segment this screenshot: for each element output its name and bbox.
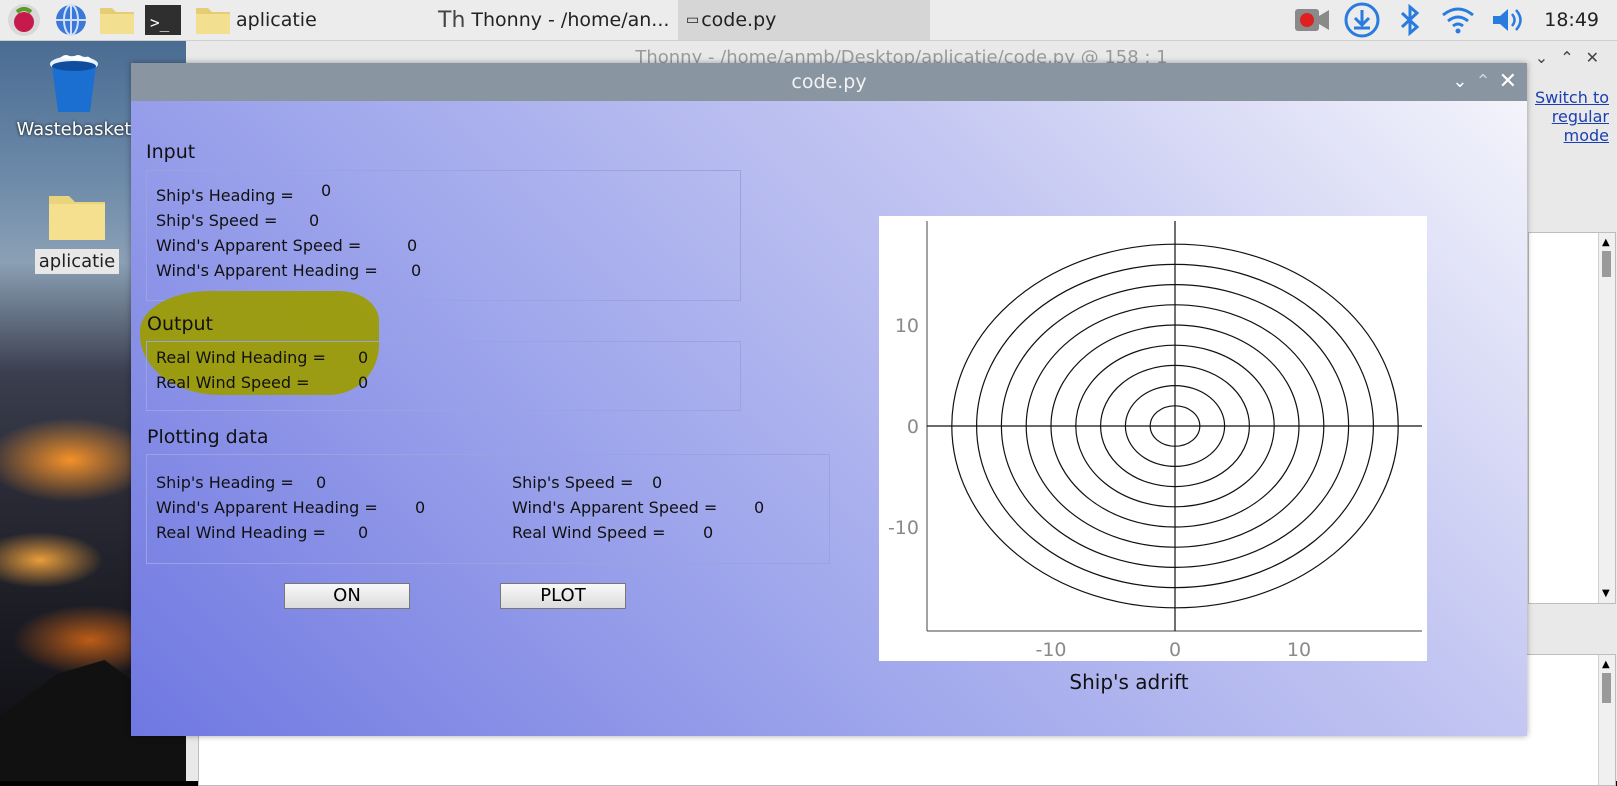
taskbar-thonny[interactable]: Th Thonny - /home/an... — [430, 0, 678, 40]
plot-row-wind-apparent-heading: Wind's Apparent Heading = 0 — [156, 498, 425, 517]
desktop-wastebasket[interactable]: Wastebasket — [14, 52, 134, 140]
output-label: Real Wind Speed = — [156, 373, 310, 392]
thonny-editor-panel[interactable]: ▲ ▼ — [1528, 232, 1616, 604]
plot-button[interactable]: PLOT — [500, 583, 626, 609]
y-tick-label: 0 — [907, 416, 919, 438]
folder-label: aplicatie — [34, 249, 120, 274]
output-section-title: Output — [147, 313, 213, 335]
raspberry-menu-icon[interactable] — [0, 0, 48, 40]
code-py-dialog: code.py ⌄ ⌃ ✕ Input Ship's Heading = 0 S… — [131, 63, 1527, 736]
taskbar-thonny-label: Thonny - /home/an... — [471, 9, 670, 31]
thonny-icon: Th — [438, 7, 466, 33]
y-tick-label: 10 — [895, 315, 919, 337]
maximize-icon[interactable]: ⌃ — [1475, 63, 1490, 101]
dialog-body: Input Ship's Heading = 0 Ship's Speed = … — [131, 101, 1527, 736]
clock[interactable]: 18:49 — [1534, 0, 1617, 40]
dialog-title: code.py — [791, 71, 867, 93]
folder-icon — [49, 196, 105, 240]
input-row-ship-speed: Ship's Speed = 0 — [156, 211, 319, 230]
switch-mode-link[interactable]: Switch to regular mode — [1519, 88, 1609, 145]
input-value: 0 — [309, 211, 320, 230]
close-icon[interactable]: ✕ — [1586, 48, 1611, 67]
output-row-real-wind-heading: Real Wind Heading = 0 — [156, 348, 368, 367]
plot-value: 0 — [415, 498, 426, 517]
output-value: 0 — [358, 348, 369, 367]
plot-row-ship-heading: Ship's Heading = 0 — [156, 473, 326, 492]
dialog-titlebar[interactable]: code.py ⌄ ⌃ ✕ — [131, 63, 1527, 101]
input-row-wind-apparent-heading: Wind's Apparent Heading = 0 — [156, 261, 421, 280]
chevron-up-icon[interactable]: ⌃ — [1560, 48, 1585, 67]
terminal-icon[interactable]: >_ — [140, 0, 186, 40]
wastebasket-label: Wastebasket — [16, 119, 132, 140]
bluetooth-icon[interactable] — [1386, 0, 1434, 40]
plot-value: 0 — [652, 473, 663, 492]
input-label: Ship's Heading = — [156, 186, 294, 205]
folder-icon — [196, 8, 230, 34]
plot-caption: Ship's adrift — [1069, 670, 1189, 694]
input-label: Ship's Speed = — [156, 211, 278, 230]
input-label: Wind's Apparent Heading = — [156, 261, 378, 280]
x-tick-label: 0 — [1169, 639, 1181, 661]
volume-icon[interactable] — [1482, 0, 1534, 40]
desktop-folder-aplicatie[interactable]: aplicatie — [30, 190, 124, 274]
editor-scrollbar[interactable]: ▲ ▼ — [1598, 233, 1615, 603]
plot-value: 0 — [754, 498, 765, 517]
input-value: 0 — [411, 261, 422, 280]
wifi-icon[interactable] — [1434, 0, 1482, 40]
plot-row-wind-apparent-speed: Wind's Apparent Speed = 0 — [512, 498, 764, 517]
window-icon: ▭ — [686, 12, 700, 28]
plot-label: Wind's Apparent Heading = — [156, 498, 378, 517]
dialog-window-controls: ⌄ ⌃ ✕ — [1452, 63, 1517, 101]
taskbar-folder-label: aplicatie — [236, 9, 317, 31]
adrift-plot-svg: -10 0 10 10 0 -10 — [888, 221, 1422, 661]
close-icon[interactable]: ✕ — [1499, 63, 1517, 101]
input-value: 0 — [407, 236, 418, 255]
x-tick-label: -10 — [1035, 639, 1066, 661]
input-row-ship-heading: Ship's Heading = 0 — [156, 181, 331, 205]
plot-value: 0 — [358, 523, 369, 542]
plot-label: Real Wind Speed = — [512, 523, 666, 542]
output-label: Real Wind Heading = — [156, 348, 326, 367]
minimize-icon[interactable]: ⌄ — [1452, 63, 1467, 101]
plot-row-real-wind-heading: Real Wind Heading = 0 — [156, 523, 368, 542]
shell-scrollbar[interactable]: ▲ — [1598, 655, 1615, 785]
plot-row-real-wind-speed: Real Wind Speed = 0 — [512, 523, 713, 542]
screen-recorder-icon[interactable] — [1288, 0, 1338, 40]
plot-value: 0 — [316, 473, 327, 492]
plot-value: 0 — [703, 523, 714, 542]
wastebasket-icon — [50, 55, 98, 112]
plot-label: Ship's Heading = — [156, 473, 294, 492]
taskbar-code-py[interactable]: ▭ code.py — [678, 0, 930, 40]
svg-text:>_: >_ — [150, 13, 170, 32]
browser-icon[interactable] — [48, 0, 94, 40]
input-section-title: Input — [146, 141, 196, 163]
y-tick-label: -10 — [888, 517, 919, 539]
taskbar: >_ aplicatie Th Thonny - /home/an... ▭ c… — [0, 0, 1617, 41]
input-label: Wind's Apparent Speed = — [156, 236, 362, 255]
adrift-plot: -10 0 10 10 0 -10 — [879, 216, 1427, 661]
plot-label: Ship's Speed = — [512, 473, 634, 492]
on-button[interactable]: ON — [284, 583, 410, 609]
thonny-window-controls: ⌄⌃✕ — [1535, 48, 1611, 67]
plotting-section-title: Plotting data — [147, 426, 269, 448]
input-value: 0 — [321, 181, 332, 200]
file-manager-icon[interactable] — [94, 0, 140, 40]
taskbar-folder-aplicatie[interactable]: aplicatie — [186, 0, 430, 40]
taskbar-code-label: code.py — [701, 9, 777, 31]
output-row-real-wind-speed: Real Wind Speed = 0 — [156, 373, 368, 392]
plot-label: Real Wind Heading = — [156, 523, 326, 542]
output-value: 0 — [358, 373, 369, 392]
chevron-down-icon[interactable]: ⌄ — [1535, 48, 1560, 67]
system-tray: 18:49 — [1288, 0, 1617, 40]
download-icon[interactable] — [1338, 0, 1386, 40]
plot-row-ship-speed: Ship's Speed = 0 — [512, 473, 662, 492]
x-tick-label: 10 — [1287, 639, 1311, 661]
input-row-wind-apparent-speed: Wind's Apparent Speed = 0 — [156, 236, 417, 255]
plot-label: Wind's Apparent Speed = — [512, 498, 718, 517]
